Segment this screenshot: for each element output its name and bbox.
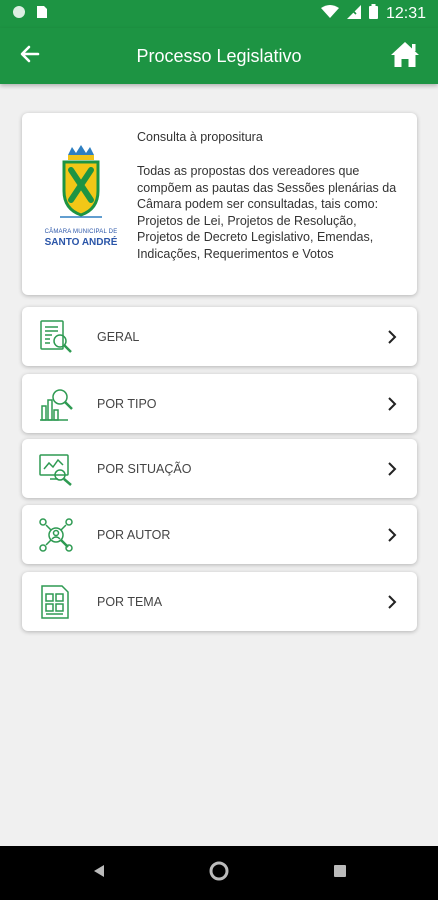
people-search-icon (38, 517, 74, 553)
chevron-right-icon (385, 396, 399, 411)
logo-text-line2: SANTO ANDRÉ (44, 237, 118, 248)
info-card: CÂMARA MUNICIPAL DE SANTO ANDRÉ Consulta… (22, 113, 417, 295)
signal-icon (346, 4, 361, 24)
menu-item-label: GERAL (97, 329, 140, 344)
page-title: Processo Legislativo (136, 46, 302, 66)
chevron-right-icon (385, 527, 399, 542)
circle-icon (12, 5, 26, 24)
chart-search-icon (38, 386, 74, 422)
nav-recents-button[interactable] (328, 861, 352, 885)
back-button[interactable] (14, 40, 46, 72)
wifi-icon (320, 4, 339, 24)
card-description: Todas as propostas dos vereadores que co… (137, 164, 397, 261)
menu-item-label: POR TEMA (97, 594, 163, 609)
menu-item-label: POR AUTOR (97, 527, 171, 542)
clock: 12:31 (385, 5, 426, 22)
grid-document-icon (38, 584, 74, 620)
circle-home-icon (208, 860, 230, 887)
card-title: Consulta à propositura (137, 130, 263, 144)
nav-back-button[interactable] (87, 861, 111, 885)
menu-item-por-situacao[interactable]: POR SITUAÇÃO (22, 439, 417, 498)
document-search-icon (38, 319, 74, 355)
status-bar: 12:31 (0, 0, 438, 28)
menu-item-por-autor[interactable]: POR AUTOR (22, 505, 417, 564)
nav-home-button[interactable] (207, 861, 231, 885)
logo-text-line1: CÂMARA MUNICIPAL DE (44, 229, 118, 235)
sim-card-icon (36, 5, 48, 24)
square-recents-icon (332, 863, 348, 884)
monitor-search-icon (38, 451, 74, 487)
app-bar: Processo Legislativo (0, 28, 438, 84)
triangle-back-icon (91, 863, 107, 884)
camara-logo: CÂMARA MUNICIPAL DE SANTO ANDRÉ (36, 143, 126, 248)
system-nav-bar (0, 846, 438, 900)
chevron-right-icon (385, 329, 399, 344)
arrow-left-icon (20, 44, 40, 69)
menu-item-por-tema[interactable]: POR TEMA (22, 572, 417, 631)
menu-item-por-tipo[interactable]: POR TIPO (22, 374, 417, 433)
home-button[interactable] (388, 39, 422, 73)
home-icon (389, 40, 421, 73)
menu-item-geral[interactable]: GERAL (22, 307, 417, 366)
chevron-right-icon (385, 461, 399, 476)
menu-item-label: POR TIPO (97, 396, 157, 411)
battery-icon (368, 4, 378, 24)
chevron-right-icon (385, 594, 399, 609)
menu-item-label: POR SITUAÇÃO (97, 461, 192, 476)
